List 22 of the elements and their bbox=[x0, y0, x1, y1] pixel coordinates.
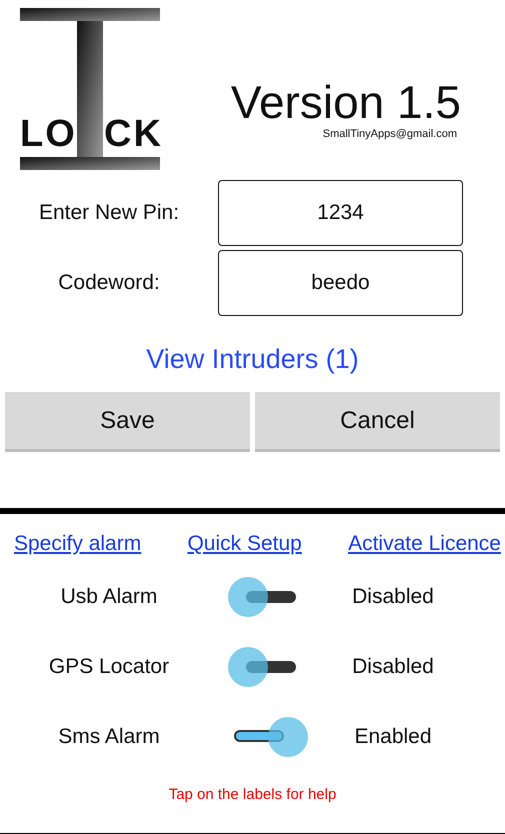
help-text: Tap on the labels for help bbox=[168, 786, 338, 803]
logo-text: LO bbox=[20, 113, 77, 155]
field-label: Enter New Pin: bbox=[38, 201, 180, 225]
status-text: Disabled bbox=[351, 655, 435, 679]
status-text: Enabled bbox=[353, 725, 433, 749]
alarm-label[interactable]: Usb Alarm bbox=[0, 585, 218, 609]
alarm-label[interactable]: Sms Alarm bbox=[0, 725, 218, 749]
status-text: Disabled bbox=[351, 585, 435, 609]
email-text: SmallTinyApps@gmail.com bbox=[322, 128, 457, 140]
field-label: Codeword: bbox=[57, 271, 161, 295]
i-beam-icon bbox=[20, 5, 160, 170]
action-button[interactable]: Save bbox=[5, 392, 250, 452]
input-field[interactable]: 1234 bbox=[218, 180, 463, 246]
nav-link[interactable]: Quick Setup bbox=[187, 532, 302, 562]
input-field[interactable]: beedo bbox=[218, 250, 463, 316]
logo-text: CK bbox=[104, 113, 163, 155]
action-button[interactable]: Cancel bbox=[255, 392, 500, 452]
nav-link[interactable]: Specify alarm bbox=[14, 532, 142, 562]
nav-link[interactable]: Activate Licence bbox=[348, 532, 501, 562]
version-title: Version 1.5 bbox=[230, 76, 461, 128]
alarm-label[interactable]: GPS Locator bbox=[0, 655, 218, 679]
view-intruders-link[interactable]: View Intruders (1) bbox=[146, 344, 359, 374]
